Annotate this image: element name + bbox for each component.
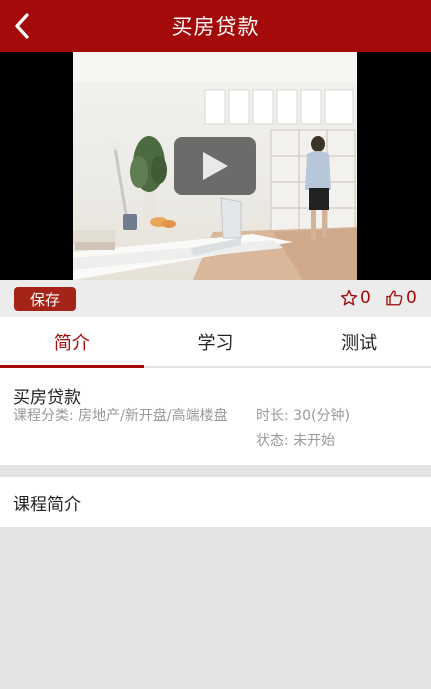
tab-bar: 简介 学习 测试 bbox=[0, 317, 431, 368]
status-label: 状态: bbox=[256, 433, 289, 449]
course-intro-title: 课程简介 bbox=[13, 494, 81, 515]
chevron-left-icon bbox=[15, 13, 29, 39]
back-button[interactable] bbox=[4, 6, 40, 46]
tab-intro[interactable]: 简介 bbox=[0, 317, 144, 368]
app-header: 买房贷款 bbox=[0, 0, 431, 52]
course-info-card: 买房贷款 课程分类: 房地产/新开盘/高端楼盘 时长: 30(分钟) 状态: 未… bbox=[0, 368, 431, 465]
video-player[interactable] bbox=[0, 52, 431, 280]
play-icon bbox=[203, 152, 228, 180]
like-count: 0 bbox=[406, 288, 417, 308]
favorite-count: 0 bbox=[360, 288, 371, 308]
star-outline-icon bbox=[340, 289, 358, 306]
save-button[interactable]: 保存 bbox=[14, 287, 76, 311]
category-label: 课程分类: bbox=[13, 408, 74, 424]
play-button[interactable] bbox=[174, 137, 256, 195]
duration-label: 时长: bbox=[256, 408, 289, 424]
course-category: 课程分类: 房地产/新开盘/高端楼盘 bbox=[13, 404, 253, 428]
course-status: 状态: 未开始 bbox=[256, 429, 335, 453]
tab-study[interactable]: 学习 bbox=[144, 317, 288, 366]
status-value: 未开始 bbox=[293, 433, 336, 449]
like-button[interactable]: 0 bbox=[385, 288, 417, 308]
duration-value: 30(分钟) bbox=[293, 408, 350, 424]
favorite-button[interactable]: 0 bbox=[340, 288, 371, 308]
course-duration: 时长: 30(分钟) bbox=[256, 404, 350, 428]
action-bar: 保存 0 0 bbox=[0, 280, 431, 317]
thumbs-up-outline-icon bbox=[386, 290, 403, 306]
category-value: 房地产/新开盘/高端楼盘 bbox=[78, 408, 228, 424]
course-intro-section: 课程简介 bbox=[0, 477, 431, 527]
tab-test[interactable]: 测试 bbox=[287, 317, 431, 366]
page-title: 买房贷款 bbox=[171, 15, 260, 39]
